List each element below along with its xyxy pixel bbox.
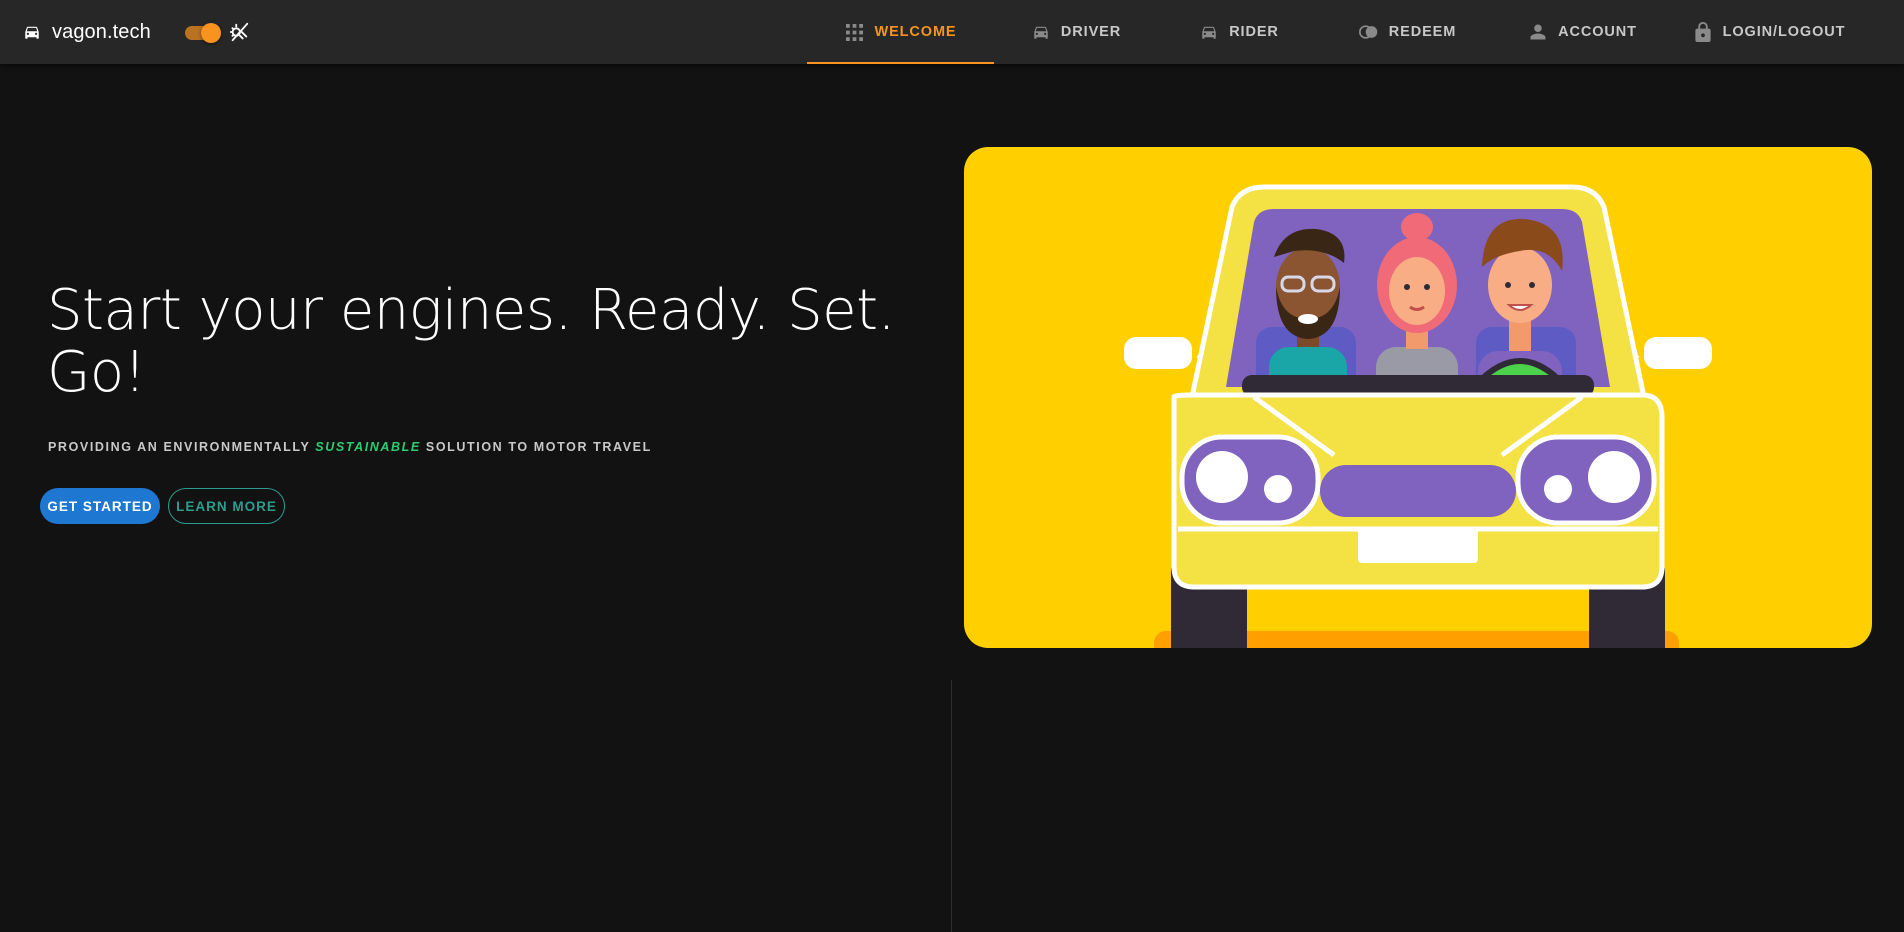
main-nav: Welcome Driver Rider Redeem [807,0,1868,64]
mirror-left [1124,337,1192,369]
tab-redeem-label: Redeem [1388,24,1457,40]
tab-login-logout-label: Login/Logout [1722,24,1846,40]
grille [1320,465,1516,517]
learn-more-button[interactable]: Learn More [168,488,285,524]
toggle-coin-icon [1358,22,1379,42]
tab-rider-label: Rider [1229,24,1279,40]
car-icon [1199,22,1219,42]
tab-account-label: Account [1558,24,1637,40]
tab-account[interactable]: Account [1495,0,1670,64]
person-right-head [1488,247,1552,323]
car-icon [1031,22,1051,42]
car-icon [20,20,44,44]
car-illustration [1124,184,1712,648]
app-bar: vagon.tech Welcome [0,0,1904,64]
mirror-right [1644,337,1712,369]
hero-subtitle: Providing an environmentally sustainable… [48,440,652,454]
license-plate [1358,529,1478,563]
brand[interactable]: vagon.tech [20,0,151,64]
hero-subtitle-start: Providing an environmentally [48,440,311,454]
tab-welcome-label: Welcome [874,24,957,40]
hero-title: Start your engines. Ready. Set. Go! [47,278,895,405]
theme-toggle-thumb [201,23,221,43]
tab-rider[interactable]: Rider [1158,0,1320,64]
tab-welcome[interactable]: Welcome [807,0,994,64]
person-middle-head [1389,257,1445,325]
hero-subtitle-accent: sustainable [315,440,421,454]
grid-icon [844,22,864,42]
tab-driver[interactable]: Driver [994,0,1158,64]
lock-icon [1693,22,1713,42]
tab-redeem[interactable]: Redeem [1320,0,1495,64]
hero-illustration [964,147,1872,648]
get-started-button[interactable]: Get Started [40,488,160,524]
theme-toggle[interactable] [183,20,223,44]
tab-driver-label: Driver [1060,24,1122,40]
tab-login-logout[interactable]: Login/Logout [1670,0,1868,64]
theme-auto-icon[interactable] [227,20,251,44]
section-divider [951,680,952,932]
brand-name: vagon.tech [52,20,151,43]
theme-controls [166,0,251,64]
hero-subtitle-end: solution to motor travel [425,440,652,454]
person-icon [1528,22,1548,42]
